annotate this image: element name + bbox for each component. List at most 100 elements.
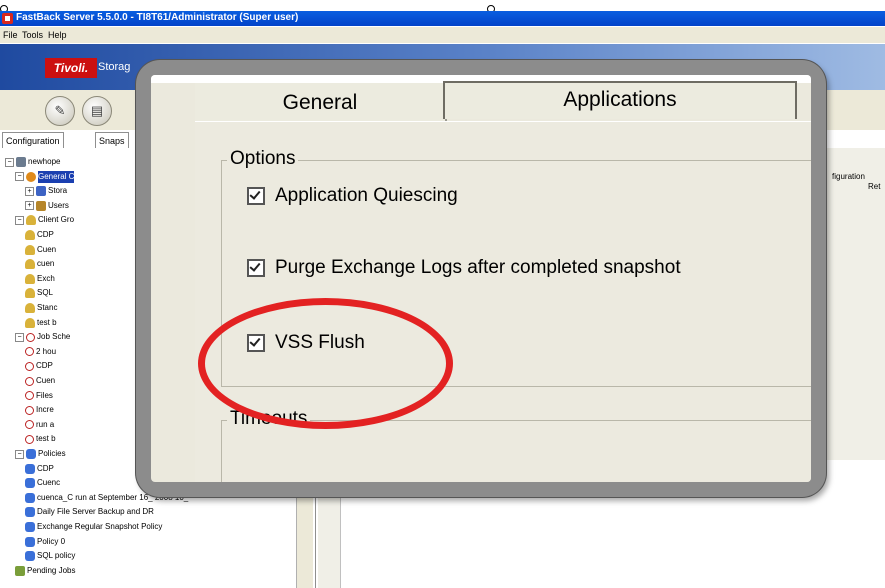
client-icon [25, 317, 35, 328]
policy-icon [25, 478, 35, 489]
tree-item[interactable]: + Users [25, 200, 69, 212]
tree-item[interactable]: Cuen [25, 375, 55, 387]
tree-item[interactable]: test b [25, 317, 57, 329]
policy-icon [25, 536, 35, 547]
tree-item[interactable]: Exchange Regular Snapshot Policy [25, 521, 162, 533]
collapse-icon[interactable]: − [15, 449, 24, 459]
tab-snapshots[interactable]: Snaps [95, 132, 129, 149]
checkbox-label: Purge Exchange Logs after completed snap… [275, 257, 681, 278]
tree-item[interactable]: Cuen [25, 244, 56, 256]
client-icon [25, 230, 35, 240]
tree-item-label: test b [36, 434, 56, 444]
toolbar-button-2[interactable]: ▤ [82, 96, 112, 126]
toolbar-button-1[interactable]: ✎ [45, 96, 75, 126]
tree-item[interactable]: Daily File Server Backup and DR [25, 506, 154, 518]
tree-item[interactable]: SQL policy [25, 550, 75, 562]
tab-applications[interactable]: Applications [443, 81, 797, 119]
job-icon [26, 332, 35, 342]
collapse-icon[interactable]: − [15, 215, 24, 225]
tree-item[interactable]: Files [25, 390, 53, 402]
tree-item[interactable]: Incre [25, 404, 54, 416]
tree-item[interactable]: CDP [25, 229, 54, 241]
title-bar: FastBack Server 5.5.0.0 - TI8T61/Adminis… [0, 11, 885, 26]
wrench-icon: ✎ [54, 103, 66, 118]
tree-item[interactable]: − Client Gro [15, 214, 74, 226]
tree-item-label: Policies [38, 449, 66, 458]
expand-icon[interactable]: + [25, 201, 34, 211]
client-icon [25, 303, 35, 313]
pending-jobs-icon [15, 565, 25, 576]
tree-item[interactable]: + Stora [25, 185, 67, 197]
collapse-icon[interactable]: − [15, 332, 24, 342]
job-icon [25, 361, 34, 371]
tree-item[interactable]: run a [25, 419, 54, 431]
tree-item-label: cuen [37, 259, 55, 269]
checkbox-checked-icon [247, 187, 265, 205]
collapse-icon[interactable]: − [15, 172, 24, 182]
tab-configuration[interactable]: Configuration [2, 132, 64, 149]
storage-icon [36, 186, 46, 197]
checkbox-label: Application Quiescing [275, 185, 458, 206]
tree-item[interactable]: Pending Jobs [15, 565, 75, 577]
tree-item[interactable]: 2 hou [25, 346, 56, 358]
policy-icon [25, 522, 35, 532]
checkbox-checked-icon [247, 259, 265, 277]
tree-item[interactable]: Stanc [25, 302, 57, 314]
tree-item[interactable]: test b [25, 433, 56, 445]
client-icon [25, 288, 35, 299]
tree-item-label: CDP [36, 361, 53, 371]
tree-item-label: General C [38, 170, 75, 183]
zoomed-properties-dialog: General Applications Options Application… [151, 75, 811, 482]
menu-tools[interactable]: Tools [22, 30, 43, 40]
job-icon [25, 420, 34, 430]
application-quiescing-checkbox[interactable]: Application Quiescing [247, 185, 458, 207]
tree-item-label: Daily File Server Backup and DR [37, 507, 154, 517]
client-icon [25, 259, 35, 270]
details-fragment-2: Ret [868, 182, 881, 191]
expand-icon[interactable]: + [25, 186, 34, 196]
tab-general[interactable]: General [195, 83, 447, 123]
tree-item[interactable]: CDP [25, 463, 54, 475]
tree-item-label: Exch [37, 273, 55, 283]
collapse-icon[interactable]: − [5, 157, 14, 167]
server-icon [16, 157, 26, 167]
purge-exchange-logs-checkbox[interactable]: Purge Exchange Logs after completed snap… [247, 257, 681, 279]
tree-item-label: 2 hou [36, 346, 57, 356]
tree-item-label: CDP [37, 230, 54, 239]
tree-item[interactable]: SQL [25, 287, 53, 299]
tree-item[interactable]: − Policies [15, 448, 66, 460]
job-icon [25, 347, 34, 357]
tree-item-label: Files [36, 390, 53, 400]
window-title: FastBack Server 5.5.0.0 - TI8T61/Adminis… [16, 12, 299, 23]
options-legend: Options [227, 148, 299, 170]
tree-item-label: SQL [37, 288, 54, 298]
tree-item-label: Incre [36, 405, 54, 415]
tree-item-label: Users [48, 200, 69, 210]
tree-item[interactable]: cuen [25, 258, 54, 270]
tivoli-logo: Tivoli. [45, 58, 97, 78]
policy-icon [25, 492, 35, 503]
job-icon [25, 434, 34, 444]
tree-item[interactable]: − newhope [5, 156, 60, 168]
tree-item[interactable]: Exch [25, 273, 55, 285]
app-icon [2, 13, 13, 24]
tree-item-label: Stora [48, 186, 68, 196]
job-icon [25, 391, 34, 401]
tree-item-label: test b [37, 317, 57, 327]
tree-item[interactable]: Policy 0 [25, 536, 65, 548]
tree-item-label: Cuenc [37, 478, 61, 488]
menu-help[interactable]: Help [48, 30, 67, 40]
tree-item[interactable]: − Job Sche [15, 331, 70, 343]
tree-item[interactable]: − General C [15, 170, 75, 183]
gear-icon [26, 171, 36, 182]
document-icon: ▤ [90, 103, 104, 118]
tree-item[interactable]: Cuenc [25, 477, 60, 489]
users-icon [36, 200, 46, 211]
tree-item-label: Stanc [37, 303, 58, 312]
highlight-ellipse [198, 298, 453, 429]
tree-item[interactable]: CDP [25, 360, 53, 372]
tree-item-label: Policy 0 [37, 536, 66, 546]
menu-file[interactable]: File [3, 30, 18, 40]
policy-icon [25, 551, 35, 562]
job-icon [25, 376, 34, 386]
